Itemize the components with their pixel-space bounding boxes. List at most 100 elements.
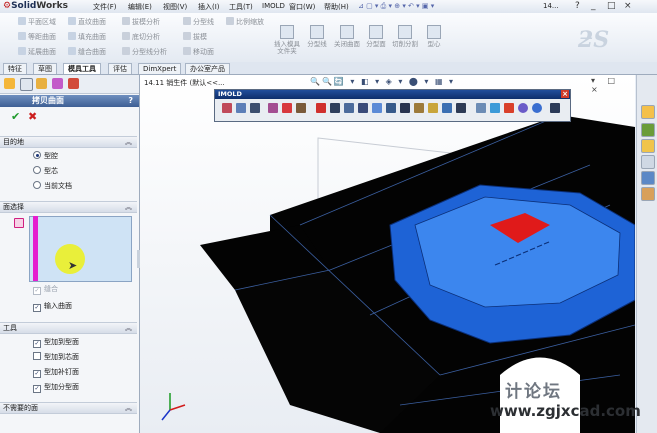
- menu-file[interactable]: 文件(F): [93, 2, 117, 12]
- section-unneeded-header[interactable]: 不需要的面 ︽: [0, 402, 137, 414]
- cmd-core[interactable]: 型心: [420, 25, 448, 48]
- checkbox-input-surface[interactable]: ✓ 输入曲面: [33, 301, 72, 312]
- imold-tool-19-icon[interactable]: [490, 103, 500, 113]
- cmd-draft[interactable]: 拔模: [183, 32, 207, 42]
- imold-tool-21-icon[interactable]: [518, 103, 528, 113]
- menu-window[interactable]: 窗口(W): [289, 2, 315, 12]
- file-explorer-icon[interactable]: [641, 139, 655, 153]
- imold-tool-10-icon[interactable]: [358, 103, 368, 113]
- imold-tool-8-icon[interactable]: [330, 103, 340, 113]
- command-tabs: 特征 草图 模具工具 评估 DimXpert 办公室产品: [0, 62, 657, 75]
- radio-core[interactable]: 型芯: [33, 166, 58, 176]
- imold-tool-11-icon[interactable]: [372, 103, 382, 113]
- property-manager-icon[interactable]: [20, 78, 33, 91]
- close-button[interactable]: ×: [624, 1, 632, 11]
- radio-cavity[interactable]: 型腔: [33, 151, 58, 161]
- cmd-offset-surface[interactable]: 等距曲面: [18, 32, 56, 42]
- imold-tool-20-icon[interactable]: [504, 103, 514, 113]
- imold-tool-17-icon[interactable]: [456, 103, 466, 113]
- section-target-header[interactable]: 目的地 ︽: [0, 136, 137, 148]
- heads-up-view-toolbar[interactable]: 🔍🔍🔄 ▾ ◧ ▾ ◈ ▾ ⬤ ▾ ▦ ▾: [310, 77, 455, 86]
- collapse-icon[interactable]: ︽: [125, 403, 132, 413]
- cancel-button[interactable]: ✖: [28, 110, 37, 123]
- imold-tool-2-icon[interactable]: [236, 103, 246, 113]
- imold-tool-23-icon[interactable]: [550, 103, 560, 113]
- tab-office-products[interactable]: 办公室产品: [185, 63, 230, 74]
- cmd-planar-surface[interactable]: 平面区域: [18, 17, 56, 27]
- imold-tool-16-icon[interactable]: [442, 103, 452, 113]
- collapse-icon[interactable]: ︽: [125, 323, 132, 333]
- cmd-parting-line[interactable]: 分型线: [183, 17, 214, 27]
- tab-features[interactable]: 特征: [3, 63, 27, 74]
- imold-tool-5-icon[interactable]: [282, 103, 292, 113]
- help-button[interactable]: ?: [575, 1, 580, 11]
- imold-tool-6-icon[interactable]: [296, 103, 306, 113]
- tab-sketch[interactable]: 草图: [33, 63, 57, 74]
- section-faces-header[interactable]: 面选择 ︽: [0, 201, 137, 213]
- imold-toolbar-title[interactable]: IMOLD ×: [215, 90, 570, 99]
- collapse-icon[interactable]: ︽: [125, 202, 132, 212]
- cmd-insert-mold-folder[interactable]: 插入模具文件夹: [273, 25, 301, 55]
- feature-tree-flyout[interactable]: 14.11 销生件 (默认<<...: [144, 78, 225, 88]
- appearances-icon[interactable]: [641, 171, 655, 185]
- cmd-parting-surface[interactable]: 分型面: [362, 25, 390, 48]
- view-palette-icon[interactable]: [641, 155, 655, 169]
- checkbox-add-cavity-face[interactable]: ✓ 型加到型面: [33, 337, 79, 348]
- feature-tree-icon[interactable]: [4, 78, 15, 89]
- menu-insert[interactable]: 插入(I): [198, 2, 220, 12]
- help-icon[interactable]: ?: [128, 95, 133, 107]
- viewport-window-controls[interactable]: ▾ □ ×: [591, 76, 635, 94]
- imold-tool-13-icon[interactable]: [400, 103, 410, 113]
- menu-tools[interactable]: 工具(T): [229, 2, 253, 12]
- collapse-icon[interactable]: ︽: [125, 137, 132, 147]
- checkbox-add-parting-face[interactable]: ✓ 型加分型面: [33, 382, 79, 393]
- imold-tool-4-icon[interactable]: [268, 103, 278, 113]
- tab-mold-tools[interactable]: 模具工具: [63, 63, 101, 74]
- cmd-tooling-split[interactable]: 切削分割: [391, 25, 419, 48]
- cmd-extend-surface[interactable]: 延展曲面: [18, 47, 56, 57]
- imold-tool-14-icon[interactable]: [414, 103, 424, 113]
- section-tools-header[interactable]: 工具 ︽: [0, 322, 137, 334]
- imold-tool-9-icon[interactable]: [344, 103, 354, 113]
- cmd-parting-line-analysis[interactable]: 分型线分析: [122, 47, 167, 57]
- checkbox-add-core-face[interactable]: 型加到芯面: [33, 352, 79, 362]
- menu-view[interactable]: 视图(V): [163, 2, 187, 12]
- cmd-undercut-analysis[interactable]: 底切分析: [122, 32, 160, 42]
- imold-close-button[interactable]: ×: [561, 90, 569, 98]
- tab-evaluate[interactable]: 评估: [108, 63, 132, 74]
- menu-help[interactable]: 帮助(H): [324, 2, 349, 12]
- menu-edit[interactable]: 编辑(E): [128, 2, 152, 12]
- cmd-parting-line-large[interactable]: 分型线: [303, 25, 331, 48]
- cmd-scale[interactable]: 比例缩放: [226, 17, 264, 27]
- imold-tool-15-icon[interactable]: [428, 103, 438, 113]
- dimxpert-icon[interactable]: [52, 78, 63, 89]
- pin-icon[interactable]: ⊿ ▢ ▾ ⎙ ▾ ⊕ ▾ ↶ ▾ ▣ ▾: [358, 2, 434, 11]
- watermark-title: 计论坛: [505, 382, 562, 402]
- cmd-ruled-surface[interactable]: 直纹曲面: [68, 17, 106, 27]
- custom-properties-icon[interactable]: [641, 187, 655, 201]
- menu-imold[interactable]: IMOLD: [262, 2, 285, 10]
- cmd-draft-analysis[interactable]: 拔模分析: [122, 17, 160, 27]
- minimize-button[interactable]: _: [591, 1, 596, 11]
- imold-tool-12-icon[interactable]: [386, 103, 396, 113]
- cmd-fill-surface[interactable]: 填充曲面: [68, 32, 106, 42]
- radio-current-document[interactable]: 当前文档: [33, 181, 72, 191]
- cmd-shut-off-surface[interactable]: 关闭曲面: [333, 25, 361, 48]
- imold-tool-22-icon[interactable]: [532, 103, 542, 113]
- imold-tool-1-icon[interactable]: [222, 103, 232, 113]
- cmd-move-face[interactable]: 移动面: [183, 47, 214, 57]
- display-manager-icon[interactable]: [68, 78, 79, 89]
- configuration-icon[interactable]: [36, 78, 47, 89]
- checkbox-add-patch-face[interactable]: ✓ 型加补钉面: [33, 367, 79, 378]
- tab-dimxpert[interactable]: DimXpert: [138, 63, 182, 74]
- section-target-label: 目的地: [3, 138, 24, 146]
- imold-tool-3-icon[interactable]: [250, 103, 260, 113]
- home-icon[interactable]: [641, 105, 655, 119]
- checkbox-knit[interactable]: ✓ 缝合: [33, 284, 58, 295]
- design-library-icon[interactable]: [641, 123, 655, 137]
- cmd-knit-surface[interactable]: 缝合曲面: [68, 47, 106, 57]
- imold-tool-18-icon[interactable]: [476, 103, 486, 113]
- imold-tool-7-icon[interactable]: [316, 103, 326, 113]
- ok-button[interactable]: ✔: [11, 110, 20, 123]
- maximize-button[interactable]: □: [607, 1, 616, 11]
